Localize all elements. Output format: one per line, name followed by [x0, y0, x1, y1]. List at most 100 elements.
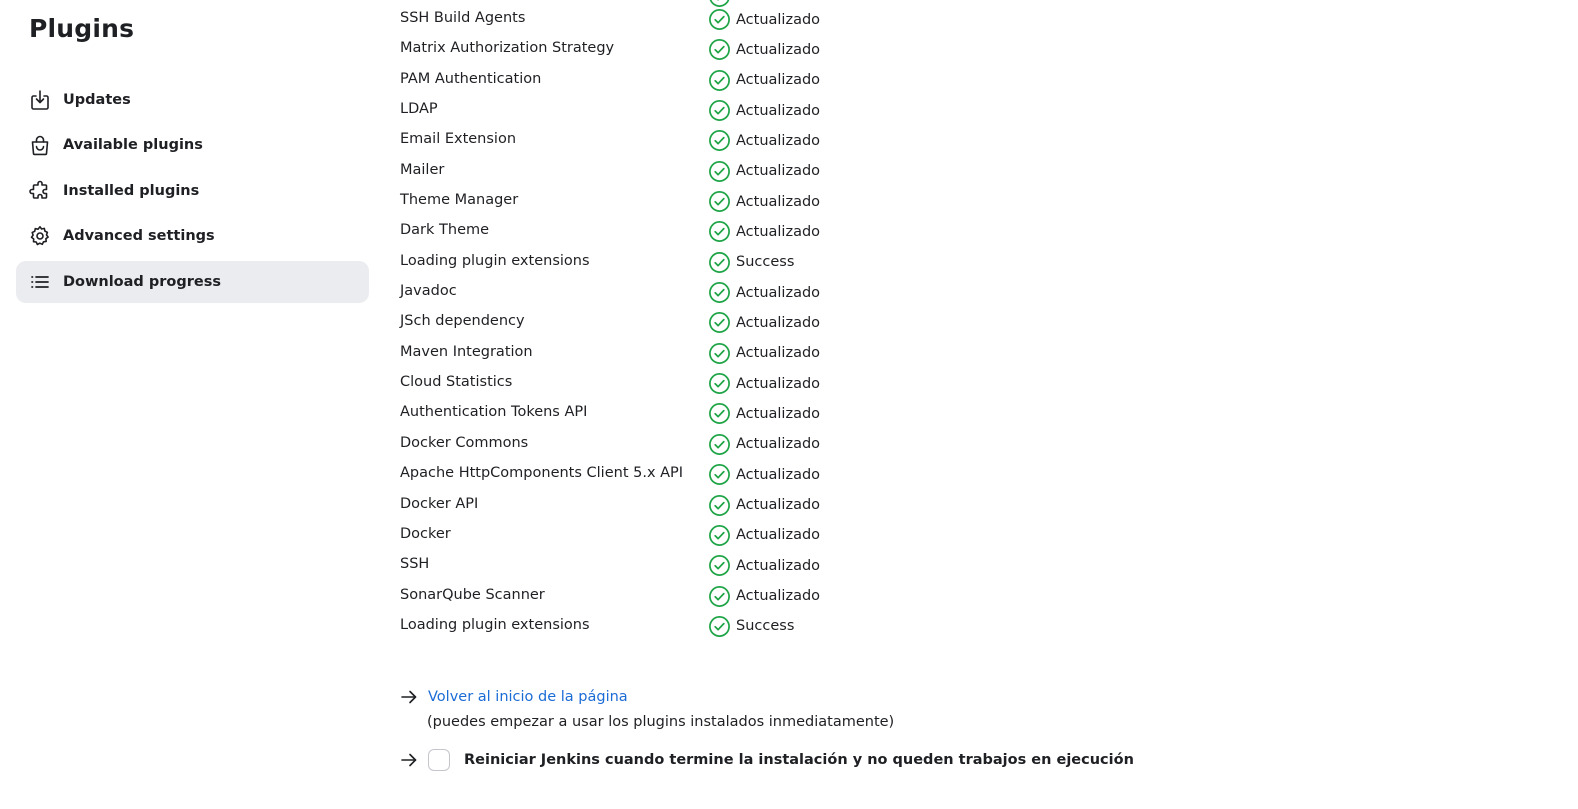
- plugin-name: Dark Theme: [400, 222, 490, 239]
- plugin-status: Actualizado: [708, 99, 820, 122]
- back-to-top-row: Volver al inicio de la página: [400, 688, 628, 706]
- plugin-row: Theme Manager Actualizado: [400, 186, 1100, 216]
- plugin-row: Javadoc Actualizado: [400, 277, 1100, 307]
- check-circle-icon: [708, 524, 731, 547]
- check-circle-icon: [708, 8, 731, 31]
- plugin-status-text: Actualizado: [736, 497, 821, 513]
- plugin-status: Actualizado: [708, 220, 820, 243]
- check-circle-icon: [708, 585, 731, 608]
- plugin-manager-page: Plugins Updates Available plugins Instal…: [0, 0, 1578, 809]
- check-circle-icon: [708, 160, 731, 183]
- back-to-top-link[interactable]: Volver al inicio de la página: [428, 689, 628, 705]
- plugin-name: Authentication Tokens API: [400, 404, 588, 421]
- plugin-name: LDAP: [400, 101, 438, 118]
- plugin-status: Actualizado: [708, 38, 820, 61]
- check-circle-icon: [708, 311, 731, 334]
- check-circle-icon: [708, 220, 731, 243]
- check-circle-icon: [708, 129, 731, 152]
- plugin-status-text: Actualizado: [736, 223, 821, 240]
- plugin-row: Dark Theme Actualizado: [400, 216, 1100, 246]
- check-circle-icon: [708, 38, 731, 61]
- plugin-status: Actualizado: [708, 311, 820, 334]
- plugin-row: Cloud Statistics Actualizado: [400, 368, 1100, 398]
- plugin-row: SSH Build Agents Actualizado: [400, 4, 1100, 34]
- sidebar-item-label: Advanced settings: [63, 228, 215, 245]
- plugin-name: SSH: [400, 556, 430, 573]
- plugin-status-text: Actualizado: [736, 163, 821, 180]
- plugin-row: JSch dependency Actualizado: [400, 307, 1100, 337]
- plugin-name: Cloud Statistics: [400, 374, 513, 391]
- plugin-status-text: Actualizado: [736, 41, 821, 58]
- plugin-status-text: Actualizado: [736, 72, 821, 89]
- page-title: Plugins: [29, 14, 135, 43]
- plugin-status-text: Actualizado: [736, 314, 821, 331]
- plugin-status-text: Actualizado: [736, 436, 821, 453]
- plugin-name: Matrix Authorization Strategy: [400, 40, 615, 57]
- plugin-status: Actualizado: [708, 129, 820, 152]
- plugin-name: JSch dependency: [400, 313, 525, 330]
- check-circle-icon: [708, 554, 731, 577]
- plugin-name: Apache HttpComponents Client 5.x API: [400, 465, 684, 482]
- plugin-status: Actualizado: [708, 494, 820, 517]
- download-icon: [28, 88, 52, 112]
- plugin-status: Actualizado: [708, 463, 820, 486]
- plugin-status-text: Actualizado: [736, 557, 821, 574]
- back-to-top-hint: (puedes empezar a usar los plugins insta…: [427, 714, 895, 730]
- shopping-bag-icon: [28, 133, 52, 157]
- sidebar-item-installed-plugins[interactable]: Installed plugins: [16, 170, 369, 212]
- plugin-status: Actualizado: [708, 402, 820, 425]
- plugin-name: Loading plugin extensions: [400, 616, 590, 633]
- plugin-status: Actualizado: [708, 372, 820, 395]
- sidebar-item-updates[interactable]: Updates: [16, 79, 369, 121]
- check-circle-icon: [708, 190, 731, 213]
- list-icon: [28, 270, 52, 294]
- plugin-status: Actualizado: [708, 524, 820, 547]
- plugin-status: Success: [708, 615, 794, 638]
- check-circle-icon: [708, 342, 731, 365]
- restart-jenkins-label[interactable]: Reiniciar Jenkins cuando termine la inst…: [464, 752, 1134, 768]
- sidebar-item-label: Available plugins: [63, 137, 203, 154]
- plugin-status: Actualizado: [708, 281, 820, 304]
- plugin-row: SonarQube Scanner Actualizado: [400, 581, 1100, 611]
- plugin-row: Maven Integration Actualizado: [400, 338, 1100, 368]
- plugin-status: Actualizado: [708, 342, 820, 365]
- plugin-status-text: Actualizado: [736, 11, 821, 28]
- sidebar-item-download-progress[interactable]: Download progress: [16, 260, 369, 303]
- plugin-name: Mailer: [400, 161, 445, 178]
- plugin-row: SSH Actualizado: [400, 550, 1100, 580]
- check-circle-icon: [708, 615, 731, 638]
- restart-jenkins-checkbox[interactable]: [428, 749, 450, 771]
- plugin-status-text: Actualizado: [736, 405, 821, 422]
- plugin-row: Docker API Actualizado: [400, 490, 1100, 520]
- sidebar-item-available-plugins[interactable]: Available plugins: [16, 124, 369, 166]
- check-circle-icon: [708, 372, 731, 395]
- plugin-name: Maven Integration: [400, 343, 533, 360]
- plugin-status-text: Actualizado: [736, 588, 821, 605]
- plugin-row: Docker Actualizado: [400, 520, 1100, 550]
- plugin-row: Authentication Tokens API Actualizado: [400, 398, 1100, 428]
- plugin-status-text: Success: [736, 254, 795, 271]
- sidebar-item-label: Installed plugins: [63, 182, 200, 199]
- check-circle-icon: [708, 99, 731, 122]
- plugin-name: Docker API: [400, 495, 479, 512]
- plugin-name: SonarQube Scanner: [400, 586, 545, 603]
- plugin-status-text: Actualizado: [736, 102, 821, 119]
- check-circle-icon: [708, 251, 731, 274]
- plugin-status-text: Actualizado: [736, 132, 821, 149]
- plugin-status: Actualizado: [708, 554, 820, 577]
- plugin-name: Docker Commons: [400, 434, 529, 451]
- check-circle-icon: [708, 69, 731, 92]
- plugin-name: Javadoc: [400, 283, 457, 300]
- plugin-name: Email Extension: [400, 131, 517, 148]
- gear-icon: [28, 224, 52, 248]
- check-circle-icon: [708, 281, 731, 304]
- check-circle-icon: [708, 463, 731, 486]
- download-progress-list: SSH Build Agents Actualizado Matrix Author…: [400, 4, 1100, 641]
- plugin-name: Theme Manager: [400, 192, 519, 209]
- plugin-status: Success: [708, 251, 794, 274]
- sidebar-item-label: Download progress: [63, 273, 221, 290]
- puzzle-piece-icon: [28, 179, 52, 203]
- plugin-row: PAM Authentication Actualizado: [400, 65, 1100, 95]
- sidebar-item-advanced-settings[interactable]: Advanced settings: [16, 215, 369, 257]
- arrow-right-icon: [400, 688, 418, 706]
